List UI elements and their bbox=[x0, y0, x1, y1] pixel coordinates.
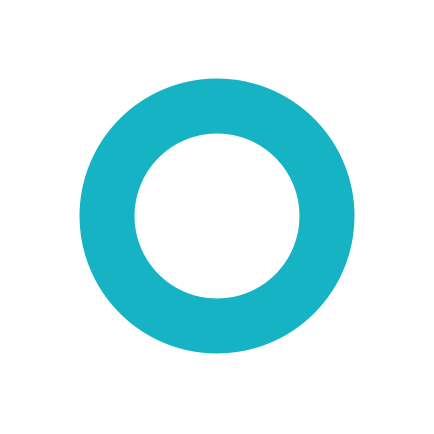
ring-circle bbox=[79, 78, 355, 354]
canvas bbox=[0, 0, 434, 434]
ring-icon bbox=[79, 78, 355, 354]
ring-icon-container bbox=[0, 0, 434, 434]
